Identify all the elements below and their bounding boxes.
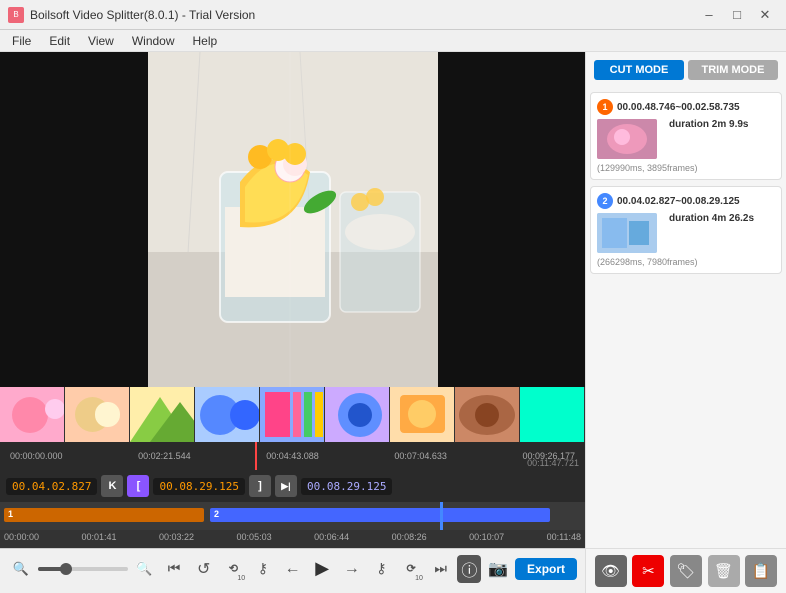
goto-end-button[interactable]: ▶|	[275, 475, 297, 497]
seg-label-1: 1	[8, 509, 13, 519]
right-panel: CUT MODE TRIM MODE 1 00.00.48.746~00.02.…	[585, 52, 786, 593]
preview-button[interactable]: 👁	[595, 555, 627, 587]
timeline-header: 00:00:00.000 00:02:21.544 00:04:43.088 0…	[0, 442, 585, 470]
segment-duration-2: duration 4m 26.2s	[669, 213, 754, 224]
seg-time-2: 00:03:22	[159, 532, 194, 546]
segment-thumbnail-1	[597, 119, 657, 159]
cut-button[interactable]: ✂	[632, 555, 664, 587]
zoom-out-button[interactable]: 🔍	[8, 554, 34, 584]
title-bar-controls: – □ ✕	[696, 4, 778, 26]
menu-file[interactable]: File	[4, 32, 39, 50]
info-button[interactable]: ⓘ	[457, 555, 481, 583]
arrow-left-button[interactable]: ←	[280, 554, 306, 584]
video-area: 00:00:00.000 00:02:21.544 00:04:43.088 0…	[0, 52, 585, 593]
next-frame-button[interactable]: ⏭	[428, 554, 454, 584]
app-title: Boilsoft Video Splitter(8.0.1) - Trial V…	[30, 8, 255, 22]
video-preview	[0, 52, 585, 387]
menu-view[interactable]: View	[80, 32, 122, 50]
segment-thumbnail-2	[597, 213, 657, 253]
filmstrip-cell-2	[65, 387, 130, 442]
minimize-button[interactable]: –	[696, 4, 722, 26]
timeline-marker-1: 00:02:21.544	[138, 451, 191, 461]
mode-buttons: CUT MODE TRIM MODE	[586, 52, 786, 88]
seg-label-2: 2	[214, 509, 219, 519]
bottom-toolbar: 🔍 🔍 ⏮ ↺ ⟲ 10 ⚷ ← ▶	[0, 548, 585, 588]
segment-footer-1: (129990ms, 3895frames)	[597, 163, 775, 173]
playhead-bar	[440, 502, 443, 530]
menu-help[interactable]: Help	[185, 32, 226, 50]
filmstrip-cell-3	[130, 387, 195, 442]
trim-mode-button[interactable]: TRIM MODE	[688, 60, 778, 80]
timeline-marker-3: 00:07:04.633	[394, 451, 447, 461]
step-back-button[interactable]: ⟲ 10	[220, 554, 246, 584]
segment-duration-1: duration 2m 9.9s	[669, 119, 748, 130]
menu-bar: File Edit View Window Help	[0, 30, 786, 52]
filmstrip-cell-1	[0, 387, 65, 442]
seg-time-1: 00:01:41	[82, 532, 117, 546]
play-button[interactable]: ▶	[309, 554, 335, 584]
clip-button[interactable]: 📋	[745, 555, 777, 587]
filmstrip-cell-7	[390, 387, 455, 442]
filmstrip-cell-8	[455, 387, 520, 442]
right-actions: 👁 ✂ 🏷 🗑 📋	[586, 548, 786, 593]
close-button[interactable]: ✕	[752, 4, 778, 26]
seg-time-0: 00:00:00	[4, 532, 39, 546]
segment-card-2: 2 00.04.02.827~00.08.29.125 duration 4m …	[590, 186, 782, 274]
zoom-slider-handle[interactable]	[60, 563, 72, 575]
k-button[interactable]: K	[101, 475, 123, 497]
title-bar: B Boilsoft Video Splitter(8.0.1) - Trial…	[0, 0, 786, 30]
maximize-button[interactable]: □	[724, 4, 750, 26]
filmstrip	[0, 387, 585, 442]
segment-cards: 1 00.00.48.746~00.02.58.735 duration 2m …	[586, 88, 786, 548]
filmstrip-cell-cyan	[520, 387, 585, 442]
segment-badge-1: 1	[597, 99, 613, 115]
tag-button[interactable]: 🏷	[670, 555, 702, 587]
seg-time-6: 00:10:07	[469, 532, 504, 546]
key-button[interactable]: ⚷	[250, 554, 276, 584]
seg-time-4: 00:06:44	[314, 532, 349, 546]
zoom-slider-container[interactable]	[38, 567, 128, 571]
prev-frame-button[interactable]: ⏮	[161, 554, 187, 584]
timeline-marker-2: 00:04:43.088	[266, 451, 319, 461]
step-fwd-button[interactable]: ⟳ 10	[398, 554, 424, 584]
arrow-right-button[interactable]: →	[339, 554, 365, 584]
segment-time-markers: 00:00:00 00:01:41 00:03:22 00:05:03 00:0…	[0, 530, 585, 548]
filmstrip-cell-5	[260, 387, 325, 442]
segment-card-1: 1 00.00.48.746~00.02.58.735 duration 2m …	[590, 92, 782, 180]
segment-footer-2: (266298ms, 7980frames)	[597, 257, 775, 267]
filmstrip-cell-6	[325, 387, 390, 442]
bracket-open-button[interactable]: [	[127, 475, 149, 497]
cut-mode-button[interactable]: CUT MODE	[594, 60, 684, 80]
rewind-button[interactable]: ↺	[191, 554, 217, 584]
seg-time-3: 00:05:03	[237, 532, 272, 546]
segment-time-range-2: 00.04.02.827~00.08.29.125	[617, 196, 740, 207]
export-button[interactable]: Export	[515, 558, 577, 580]
segment-badge-2: 2	[597, 193, 613, 209]
menu-window[interactable]: Window	[124, 32, 183, 50]
seg-time-5: 00:08:26	[392, 532, 427, 546]
key-right-button[interactable]: ⚷	[369, 554, 395, 584]
end-time-display: 00.08.29.125	[153, 478, 244, 495]
segment-bar-2	[210, 508, 550, 522]
screenshot-button[interactable]: 📷	[485, 554, 511, 584]
timeline-marker-0: 00:00:00.000	[10, 451, 63, 461]
filmstrip-cell-4	[195, 387, 260, 442]
video-frame-svg	[0, 52, 585, 387]
start-time-display: 00.04.02.827	[6, 478, 97, 495]
current-time-display: 00:11:47.721	[527, 458, 579, 468]
app-icon: B	[8, 7, 24, 23]
main-content: 00:00:00.000 00:02:21.544 00:04:43.088 0…	[0, 52, 786, 593]
bracket-close-button[interactable]: ]	[249, 475, 271, 497]
segment-time-range-1: 00.00.48.746~00.02.58.735	[617, 102, 740, 113]
menu-edit[interactable]: Edit	[41, 32, 78, 50]
playhead-line	[255, 442, 257, 470]
seg-time-7: 00:11:48	[547, 532, 581, 546]
segment-bar-1	[4, 508, 204, 522]
cut-controls: 00.04.02.827 K [ 00.08.29.125 ] ▶| 00.08…	[0, 470, 585, 502]
zoom-in-button[interactable]: 🔍	[132, 554, 158, 584]
right-time-display: 00.08.29.125	[301, 478, 392, 495]
delete-button[interactable]: 🗑	[708, 555, 740, 587]
segment-timeline[interactable]: 1 2	[0, 502, 585, 530]
